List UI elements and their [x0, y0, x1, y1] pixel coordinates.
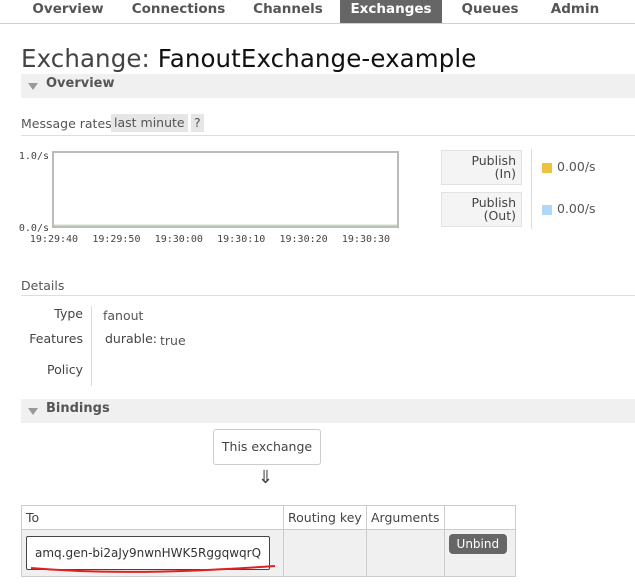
x-tick-label: 19:29:40: [30, 234, 78, 245]
this-exchange-box: This exchange: [213, 429, 321, 465]
bindings-section-header[interactable]: Bindings: [21, 399, 635, 423]
nav-divider: [0, 23, 635, 24]
column-header-routing-key: Routing key: [283, 505, 367, 530]
column-header-actions: [443, 505, 516, 530]
tab-connections[interactable]: Connections: [127, 0, 230, 23]
y-tick-label: 1.0/s: [19, 151, 49, 162]
type-key: Type: [54, 306, 83, 321]
legend-value-in: 0.00/s: [557, 159, 596, 174]
page-title-prefix: Exchange:: [21, 44, 150, 73]
y-tick-label: 0.0/s: [19, 223, 49, 234]
legend-swatch-in: [542, 163, 552, 173]
collapse-triangle-icon: [28, 83, 38, 90]
overview-section-header[interactable]: Overview: [21, 74, 635, 98]
message-rates-label: Message rates: [21, 116, 112, 131]
help-button[interactable]: ?: [191, 114, 204, 132]
x-tick-label: 19:30:30: [342, 234, 390, 245]
bindings-section-title: Bindings: [46, 401, 110, 416]
legend-item-publish-out: Publish (Out): [441, 192, 522, 227]
action-cell: Unbind: [443, 529, 516, 577]
x-tick-label: 19:30:00: [155, 234, 203, 245]
legend-swatch-out: [542, 205, 552, 215]
range-selector[interactable]: last minute: [111, 114, 188, 132]
tab-admin[interactable]: Admin: [541, 0, 609, 23]
features-durable-key: durable:: [105, 331, 157, 346]
tab-exchanges[interactable]: Exchanges: [340, 0, 442, 23]
exchange-name: FanoutExchange-example: [157, 44, 477, 73]
overview-section-title: Overview: [46, 76, 115, 91]
legend-label-line2: (Out): [483, 208, 516, 223]
x-tick-label: 19:30:20: [280, 234, 328, 245]
chart-plot-area: [52, 151, 399, 228]
column-header-arguments: Arguments: [366, 505, 445, 530]
details-column-divider: [91, 306, 92, 386]
x-tick-label: 19:30:10: [217, 234, 265, 245]
page-title: Exchange: FanoutExchange-example: [21, 44, 476, 73]
table-header-row: To Routing key Arguments: [21, 505, 516, 530]
features-durable-value: true: [160, 333, 186, 348]
legend-item-publish-in: Publish (In): [441, 150, 522, 185]
features-key: Features: [29, 331, 83, 346]
policy-key: Policy: [47, 362, 83, 377]
down-arrow-icon: ⇓: [258, 467, 274, 488]
routing-key-cell: [283, 529, 367, 577]
legend-value-out: 0.00/s: [557, 201, 596, 216]
rates-divider: [21, 135, 635, 136]
this-exchange-label: This exchange: [221, 439, 313, 454]
tab-overview[interactable]: Overview: [25, 0, 111, 23]
top-navigation: Overview Connections Channels Exchanges …: [0, 0, 635, 24]
details-label: Details: [21, 278, 65, 293]
details-divider: [21, 295, 635, 296]
tab-channels[interactable]: Channels: [245, 0, 331, 23]
message-rates-chart: 1.0/s 0.0/s 19:29:40 19:29:50 19:30:00 19:3…: [19, 151, 399, 245]
column-header-to: To: [21, 505, 284, 530]
tab-queues[interactable]: Queues: [452, 0, 528, 23]
unbind-button[interactable]: Unbind: [448, 534, 508, 554]
collapse-triangle-icon: [28, 408, 38, 415]
legend-divider: [531, 149, 532, 229]
type-value: fanout: [103, 308, 144, 323]
legend-label-line2: (In): [494, 166, 516, 181]
red-annotation-underline: [30, 565, 276, 573]
arguments-cell: [366, 529, 445, 577]
x-tick-label: 19:29:50: [92, 234, 140, 245]
